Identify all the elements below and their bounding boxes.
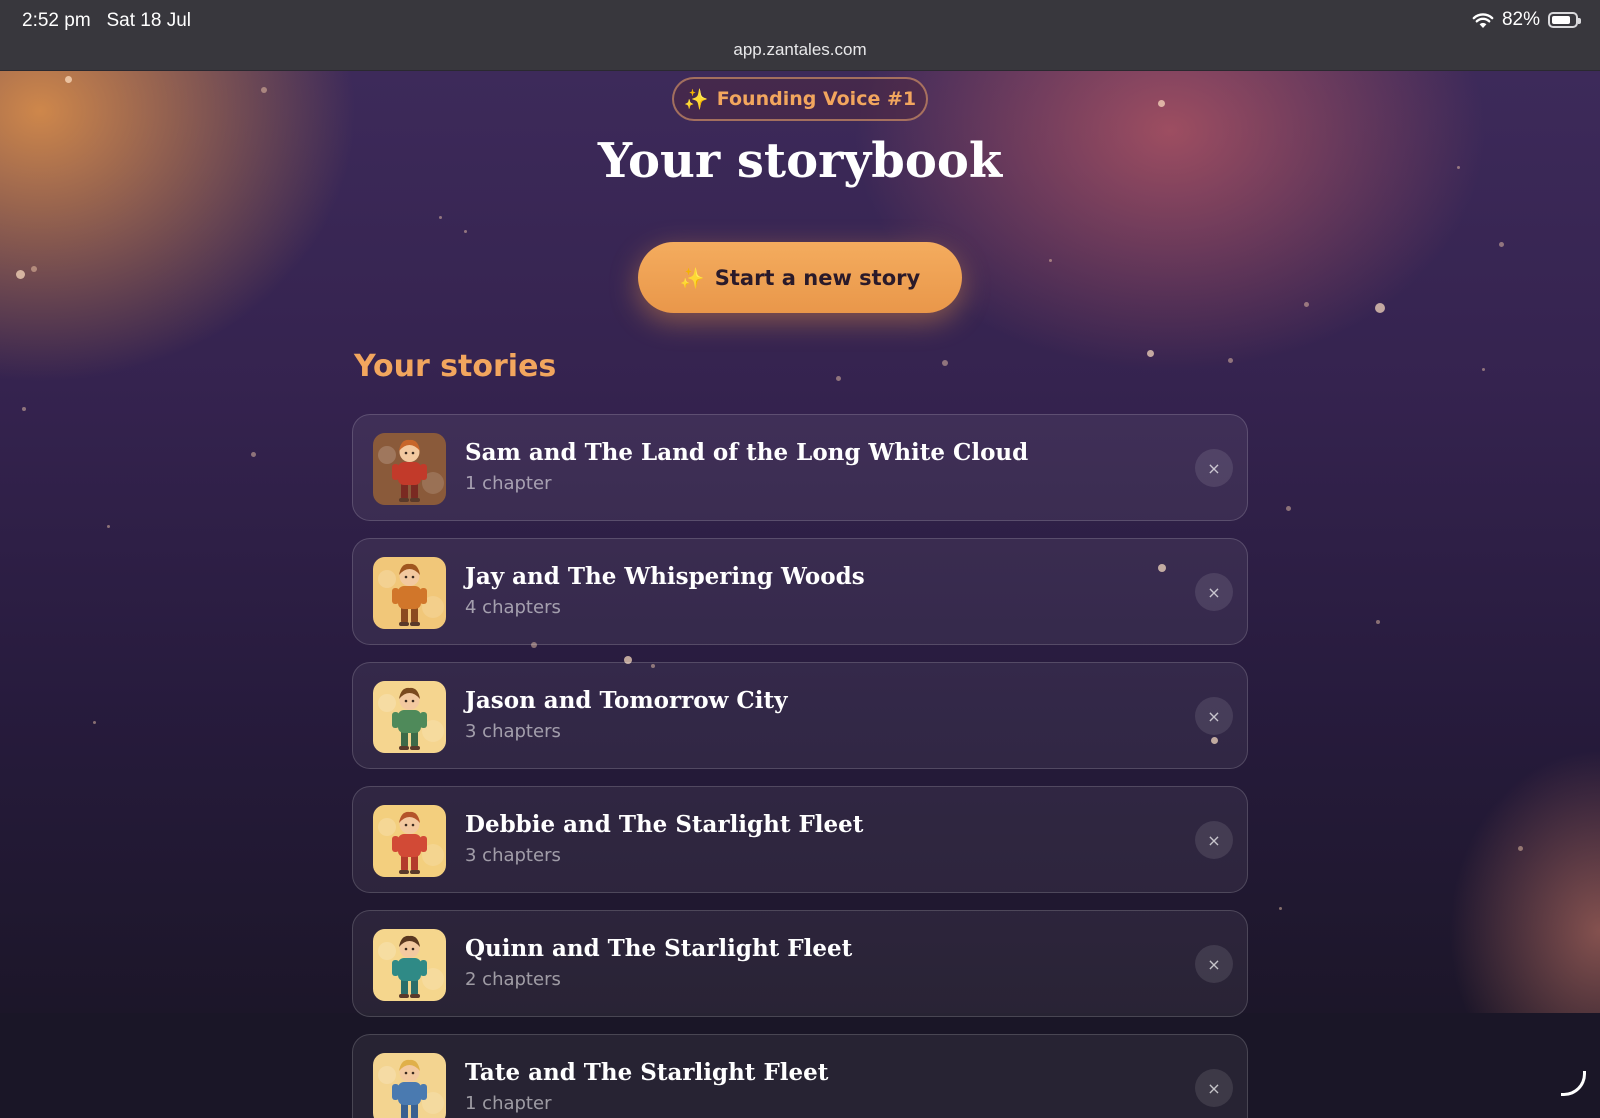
- storybook-page: ✨ Founding Voice #1 Your storybook ✨ Sta…: [0, 71, 1600, 1118]
- delete-story-button[interactable]: ×: [1195, 697, 1233, 735]
- story-thumbnail: [373, 805, 446, 877]
- story-title: Jay and The Whispering Woods: [465, 563, 865, 590]
- sparkle-dot: [1285, 505, 1291, 511]
- founding-voice-badge: ✨ Founding Voice #1: [672, 77, 928, 121]
- story-thumbnail: [373, 929, 446, 1001]
- section-title: Your stories: [354, 349, 557, 384]
- story-card[interactable]: Sam and The Land of the Long White Cloud…: [352, 414, 1248, 521]
- sparkle-dot: [1227, 357, 1233, 363]
- story-thumbnail: [373, 1053, 446, 1118]
- sparkle-dot: [835, 375, 841, 381]
- character-illustration: [373, 805, 446, 877]
- status-time: 2:52 pm: [22, 10, 91, 31]
- story-card[interactable]: Jason and Tomorrow City 3 chapters ×: [352, 662, 1248, 769]
- sparkle-dot: [92, 720, 96, 724]
- story-card[interactable]: Jay and The Whispering Woods 4 chapters …: [352, 538, 1248, 645]
- story-chapter-count: 1 chapter: [465, 1093, 552, 1114]
- story-title: Quinn and The Starlight Fleet: [465, 935, 853, 962]
- sparkle-dot: [1481, 367, 1485, 371]
- delete-story-button[interactable]: ×: [1195, 449, 1233, 487]
- status-time-date: 2:52 pm Sat 18 Jul: [22, 10, 191, 32]
- story-chapter-count: 3 chapters: [465, 845, 561, 866]
- sparkle-dot: [1375, 303, 1385, 313]
- story-title: Jason and Tomorrow City: [465, 687, 788, 714]
- character-illustration: [373, 929, 446, 1001]
- delete-story-button[interactable]: ×: [1195, 1069, 1233, 1107]
- sparkle-dot: [64, 75, 72, 83]
- sparkle-dot: [1498, 241, 1504, 247]
- status-date: Sat 18 Jul: [106, 10, 192, 31]
- sparkle-icon: ✨: [679, 265, 705, 290]
- battery-icon: [1548, 12, 1581, 28]
- character-illustration: [373, 681, 446, 753]
- sparkle-dot: [1517, 845, 1523, 851]
- delete-story-button[interactable]: ×: [1195, 821, 1233, 859]
- character-illustration: [373, 1053, 446, 1118]
- story-chapter-count: 1 chapter: [465, 473, 552, 494]
- badge-label: Founding Voice #1: [716, 88, 917, 110]
- sparkle-dot: [106, 524, 110, 528]
- story-chapter-count: 2 chapters: [465, 969, 561, 990]
- story-card[interactable]: Quinn and The Starlight Fleet 2 chapters…: [352, 910, 1248, 1017]
- story-list: Sam and The Land of the Long White Cloud…: [352, 414, 1248, 1118]
- story-chapter-count: 3 chapters: [465, 721, 561, 742]
- sparkle-dot: [438, 215, 442, 219]
- sparkle-dot: [463, 229, 467, 233]
- story-thumbnail: [373, 433, 446, 505]
- character-illustration: [373, 433, 446, 505]
- delete-story-button[interactable]: ×: [1195, 945, 1233, 983]
- delete-story-button[interactable]: ×: [1195, 573, 1233, 611]
- sparkle-dot: [250, 451, 256, 457]
- sparkle-dot: [1157, 99, 1165, 107]
- wifi-icon: [1472, 12, 1494, 28]
- status-right: 82%: [1472, 9, 1581, 31]
- story-title: Tate and The Starlight Fleet: [465, 1059, 829, 1086]
- story-chapter-count: 4 chapters: [465, 597, 561, 618]
- story-thumbnail: [373, 681, 446, 753]
- story-thumbnail: [373, 557, 446, 629]
- sparkle-dot: [1303, 301, 1309, 307]
- story-title: Sam and The Land of the Long White Cloud: [465, 439, 1029, 466]
- address-bar-url[interactable]: app.zantales.com: [0, 40, 1600, 60]
- character-illustration: [373, 557, 446, 629]
- sparkle-dot: [1376, 620, 1380, 624]
- battery-percent: 82%: [1501, 9, 1540, 30]
- sparkle-icon: ✨: [683, 87, 709, 111]
- story-card[interactable]: Tate and The Starlight Fleet 1 chapter ×: [352, 1034, 1248, 1118]
- sparkle-dot: [1146, 349, 1154, 357]
- sparkle-dot: [261, 87, 267, 93]
- sparkle-dot: [942, 360, 948, 366]
- sparkle-dot: [31, 266, 37, 272]
- start-button-label: Start a new story: [714, 265, 921, 290]
- sparkle-dot: [1048, 258, 1052, 262]
- status-bar: 2:52 pm Sat 18 Jul app.zantales.com 82%: [0, 0, 1600, 71]
- story-card[interactable]: Debbie and The Starlight Fleet 3 chapter…: [352, 786, 1248, 893]
- story-title: Debbie and The Starlight Fleet: [465, 811, 864, 838]
- sparkle-dot: [1278, 906, 1282, 910]
- sparkle-dot: [22, 407, 26, 411]
- sparkle-dot: [15, 269, 25, 279]
- start-new-story-button[interactable]: ✨ Start a new story: [638, 242, 962, 313]
- page-title: Your storybook: [597, 133, 1003, 189]
